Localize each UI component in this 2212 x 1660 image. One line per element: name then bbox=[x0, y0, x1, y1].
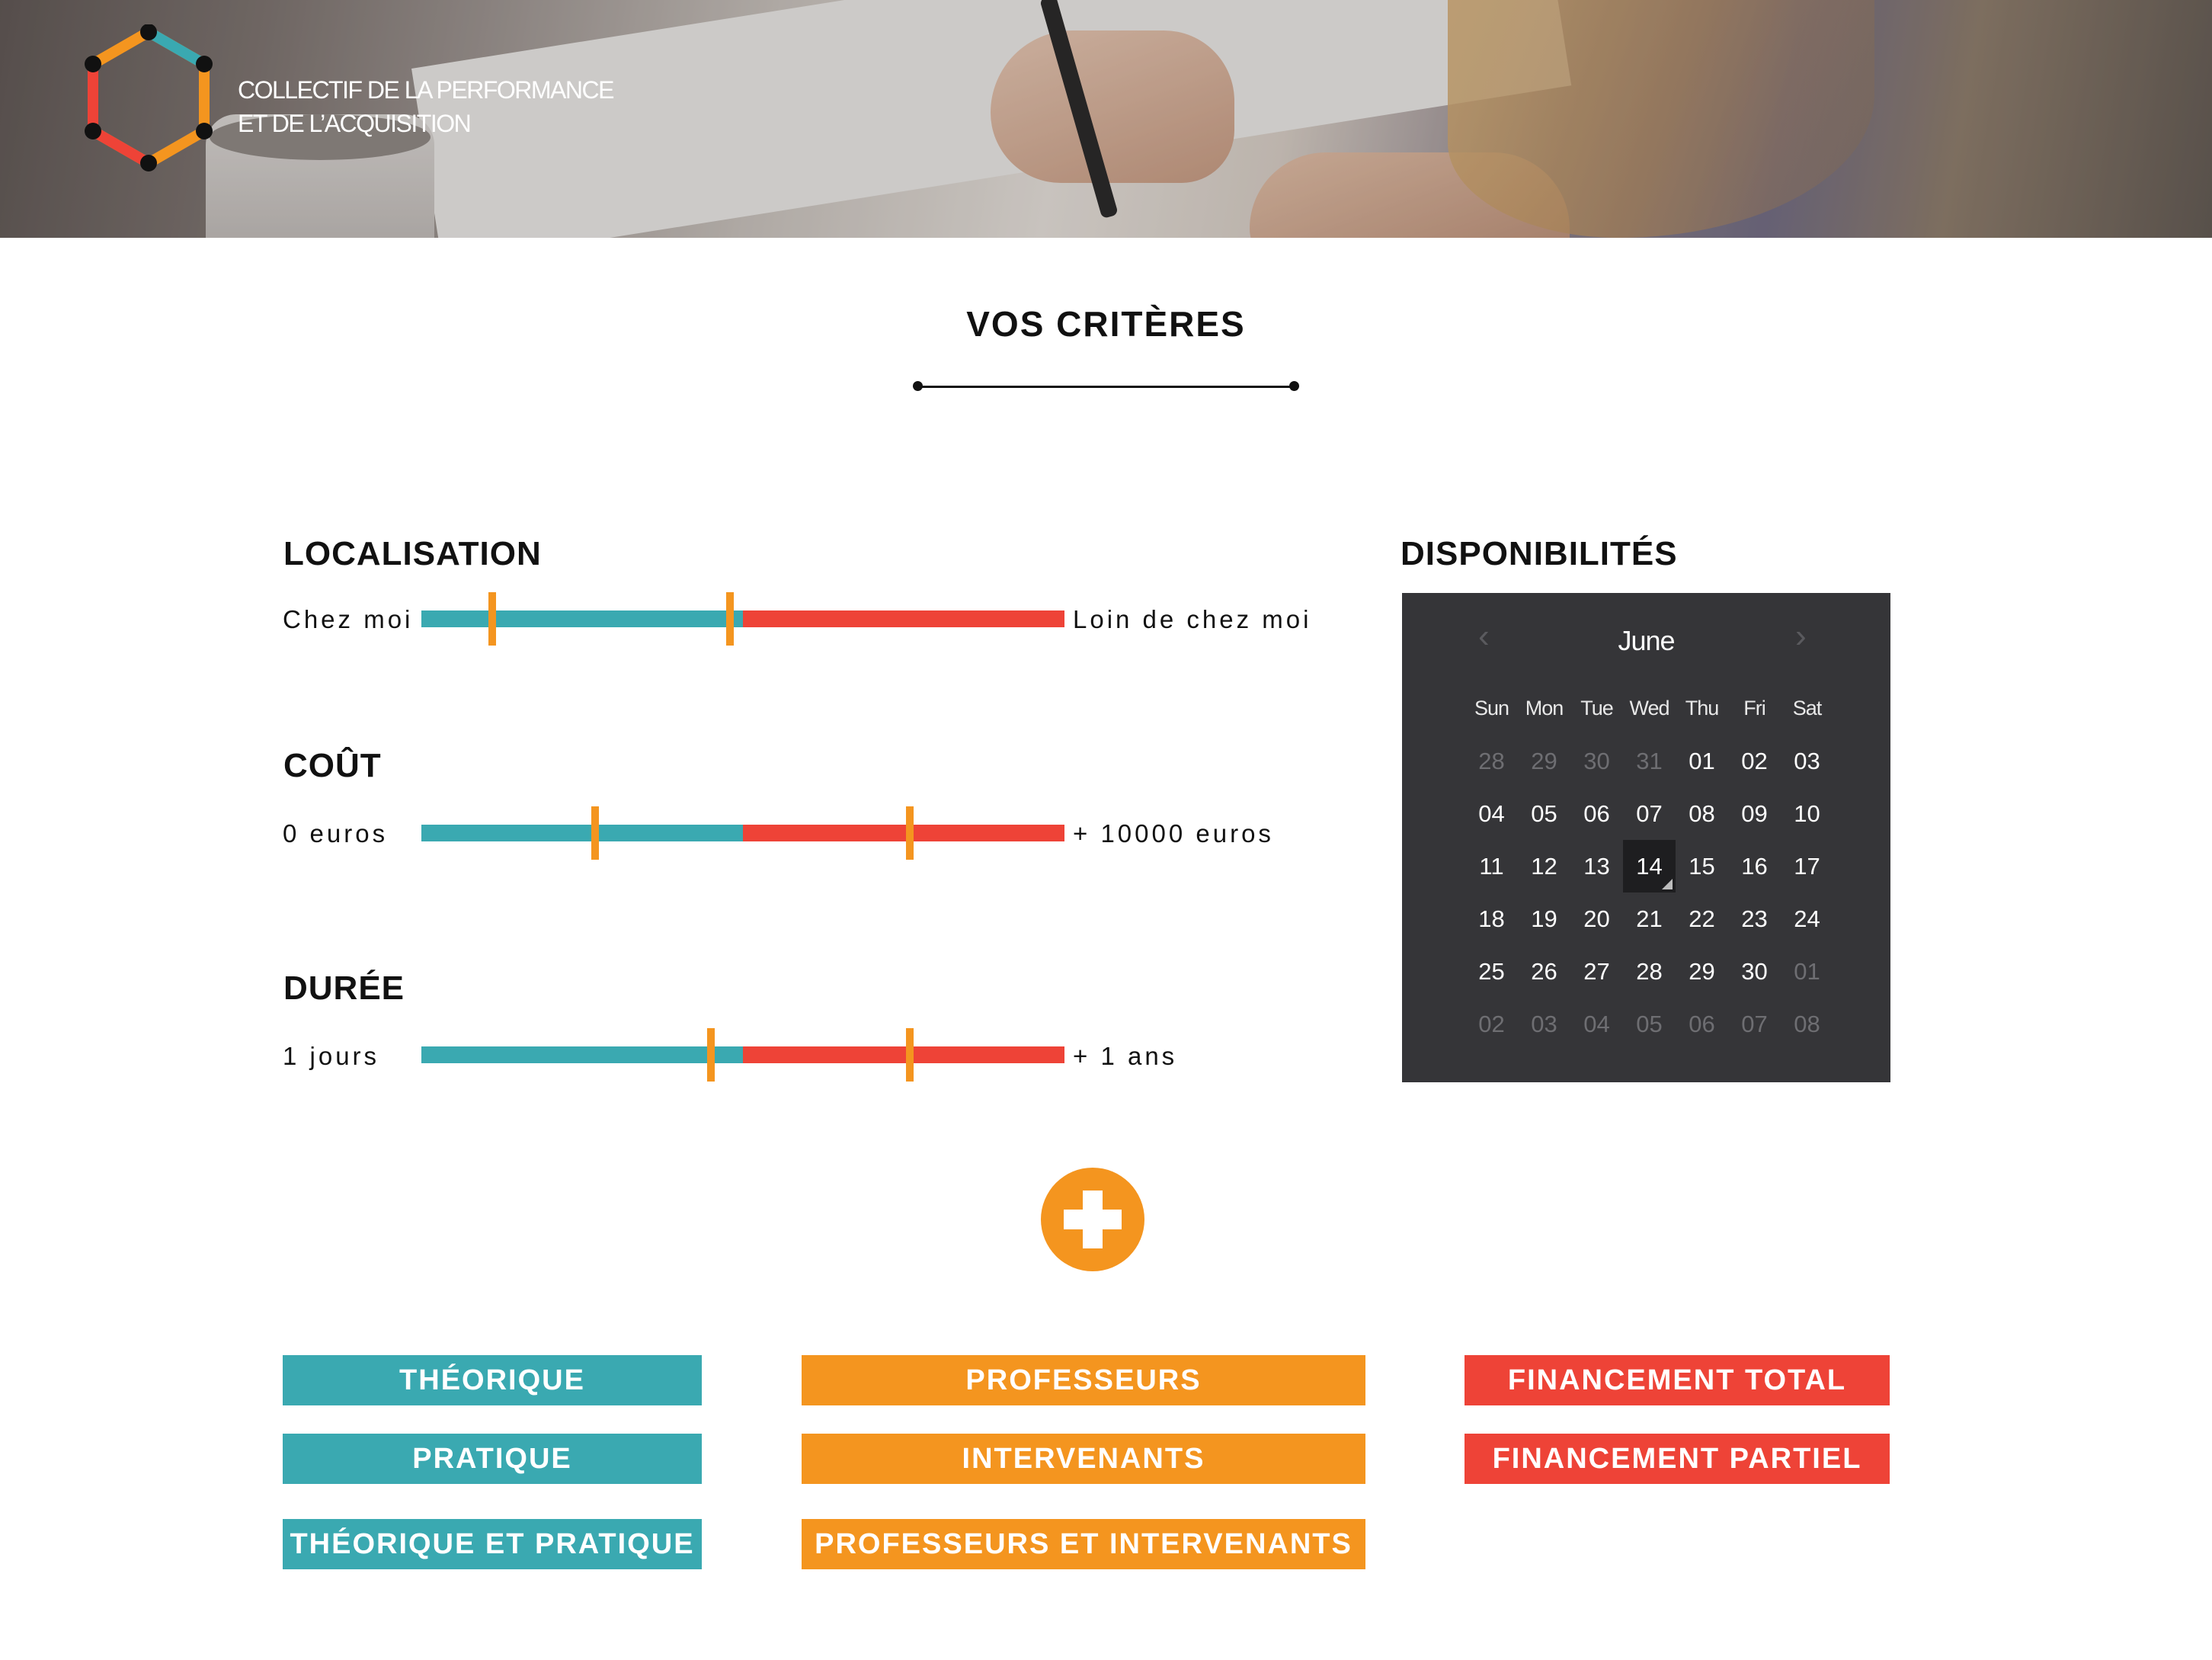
tag-professeurs-et-intervenants[interactable]: PROFESSEURS ET INTERVENANTS bbox=[802, 1519, 1365, 1569]
tag-theorique[interactable]: THÉORIQUE bbox=[283, 1355, 702, 1405]
calendar-day[interactable]: 17 bbox=[1781, 840, 1833, 892]
calendar-day[interactable]: 06 bbox=[1676, 998, 1728, 1050]
calendar-weekday: Thu bbox=[1685, 697, 1720, 719]
criterion-max-label: + 10000 euros bbox=[1073, 819, 1274, 848]
slider-handle-min[interactable] bbox=[488, 592, 496, 646]
calendar-day[interactable]: 19 bbox=[1518, 892, 1570, 945]
criterion-min-label: 1 jours bbox=[283, 1042, 380, 1070]
brand-line-2: ET DE L’ACQUISITION bbox=[238, 110, 472, 137]
calendar-day[interactable]: 08 bbox=[1676, 787, 1728, 840]
calendar-weekday: Sat bbox=[1792, 697, 1823, 719]
calendar-weekday: Fri bbox=[1743, 697, 1765, 719]
calendar: ‹ June › Sun Mon Tue Wed Thu Fri Sat 28 29 30 31 0… bbox=[1402, 593, 1890, 1082]
calendar-day[interactable]: 03 bbox=[1781, 735, 1833, 787]
slider-track-high bbox=[743, 825, 1064, 841]
tag-financement-partiel[interactable]: FINANCEMENT PARTIEL bbox=[1465, 1434, 1890, 1484]
slider-track-low bbox=[421, 825, 743, 841]
calendar-day[interactable]: 16 bbox=[1728, 840, 1781, 892]
tag-pratique[interactable]: PRATIQUE bbox=[283, 1434, 702, 1484]
calendar-weekday: Mon bbox=[1525, 697, 1564, 719]
calendar-day[interactable]: 10 bbox=[1781, 787, 1833, 840]
tag-intervenants[interactable]: INTERVENANTS bbox=[802, 1434, 1365, 1484]
calendar-month: June bbox=[1618, 625, 1675, 656]
calendar-day[interactable]: 07 bbox=[1623, 787, 1676, 840]
calendar-day[interactable]: 12 bbox=[1518, 840, 1570, 892]
calendar-weekday: Sun bbox=[1474, 697, 1509, 719]
hexagon-logo-icon[interactable] bbox=[82, 24, 216, 181]
tag-professeurs[interactable]: PROFESSEURS bbox=[802, 1355, 1365, 1405]
slider-track-low bbox=[421, 610, 743, 627]
calendar-day[interactable]: 29 bbox=[1518, 735, 1570, 787]
criterion-min-label: 0 euros bbox=[283, 819, 389, 848]
calendar-day[interactable]: 23 bbox=[1728, 892, 1781, 945]
calendar-day[interactable]: 26 bbox=[1518, 945, 1570, 998]
calendar-day[interactable]: 08 bbox=[1781, 998, 1833, 1050]
calendar-day[interactable]: 27 bbox=[1570, 945, 1623, 998]
calendar-day[interactable]: 05 bbox=[1518, 787, 1570, 840]
calendar-day[interactable]: 04 bbox=[1465, 787, 1518, 840]
tag-theorique-et-pratique[interactable]: THÉORIQUE ET PRATIQUE bbox=[283, 1519, 702, 1569]
divider-dot-left bbox=[913, 381, 923, 391]
calendar-day[interactable]: 11 bbox=[1465, 840, 1518, 892]
criterion-min-label: Chez moi bbox=[283, 605, 414, 633]
range-slider-duree[interactable] bbox=[421, 1028, 1064, 1082]
title-divider bbox=[917, 386, 1294, 388]
calendar-day[interactable]: 03 bbox=[1518, 998, 1570, 1050]
header-banner: COLLECTIF DE LA PERFORMANCE ET DE L’ACQU… bbox=[0, 0, 2212, 238]
slider-track-high bbox=[743, 1046, 1064, 1063]
criterion-title-localisation: LOCALISATION bbox=[283, 535, 542, 572]
range-slider-cout[interactable] bbox=[421, 806, 1064, 860]
calendar-day[interactable]: 25 bbox=[1465, 945, 1518, 998]
calendar-day[interactable]: 02 bbox=[1728, 735, 1781, 787]
brand-name: COLLECTIF DE LA PERFORMANCE ET DE L’ACQU… bbox=[238, 73, 614, 140]
calendar-day[interactable]: 20 bbox=[1570, 892, 1623, 945]
calendar-weekday: Wed bbox=[1629, 697, 1669, 719]
calendar-day[interactable]: 24 bbox=[1781, 892, 1833, 945]
brand-line-1: COLLECTIF DE LA PERFORMANCE bbox=[238, 76, 614, 104]
plus-icon-bar-vertical bbox=[1083, 1191, 1103, 1248]
criterion-title-cout: COÛT bbox=[283, 747, 382, 784]
calendar-day[interactable]: 05 bbox=[1623, 998, 1676, 1050]
calendar-day[interactable]: 21 bbox=[1623, 892, 1676, 945]
calendar-day[interactable]: 13 bbox=[1570, 840, 1623, 892]
calendar-day[interactable]: 04 bbox=[1570, 998, 1623, 1050]
criterion-max-label: + 1 ans bbox=[1073, 1042, 1178, 1070]
calendar-day[interactable]: 30 bbox=[1570, 735, 1623, 787]
slider-handle-min[interactable] bbox=[591, 806, 599, 860]
slider-handle-max[interactable] bbox=[906, 1028, 914, 1082]
availability-title: DISPONIBILITÉS bbox=[1401, 535, 1678, 572]
calendar-day[interactable]: 30 bbox=[1728, 945, 1781, 998]
calendar-day[interactable]: 18 bbox=[1465, 892, 1518, 945]
calendar-day[interactable]: 28 bbox=[1465, 735, 1518, 787]
slider-handle-max[interactable] bbox=[906, 806, 914, 860]
page-title: VOS CRITÈRES bbox=[966, 304, 1246, 344]
calendar-day[interactable]: 07 bbox=[1728, 998, 1781, 1050]
calendar-day[interactable]: 29 bbox=[1676, 945, 1728, 998]
calendar-day-selected[interactable]: 14 bbox=[1623, 840, 1676, 892]
calendar-day[interactable]: 28 bbox=[1623, 945, 1676, 998]
slider-track-low bbox=[421, 1046, 743, 1063]
range-slider-localisation[interactable] bbox=[421, 592, 1064, 646]
calendar-day[interactable]: 02 bbox=[1465, 998, 1518, 1050]
chevron-right-icon[interactable]: › bbox=[1795, 617, 1807, 655]
plus-icon[interactable] bbox=[1041, 1168, 1144, 1271]
tag-financement-total[interactable]: FINANCEMENT TOTAL bbox=[1465, 1355, 1890, 1405]
slider-handle-min[interactable] bbox=[706, 1028, 715, 1082]
calendar-day[interactable]: 06 bbox=[1570, 787, 1623, 840]
calendar-day[interactable]: 01 bbox=[1781, 945, 1833, 998]
calendar-day[interactable]: 09 bbox=[1728, 787, 1781, 840]
calendar-day[interactable]: 31 bbox=[1623, 735, 1676, 787]
calendar-day[interactable]: 15 bbox=[1676, 840, 1728, 892]
calendar-weekday: Tue bbox=[1580, 697, 1614, 719]
calendar-day[interactable]: 01 bbox=[1676, 735, 1728, 787]
criterion-max-label: Loin de chez moi bbox=[1073, 605, 1312, 633]
slider-handle-max[interactable] bbox=[726, 592, 735, 646]
criterion-title-duree: DURÉE bbox=[283, 969, 405, 1007]
calendar-day[interactable]: 22 bbox=[1676, 892, 1728, 945]
divider-dot-right bbox=[1289, 381, 1299, 391]
slider-track-high bbox=[743, 610, 1064, 627]
